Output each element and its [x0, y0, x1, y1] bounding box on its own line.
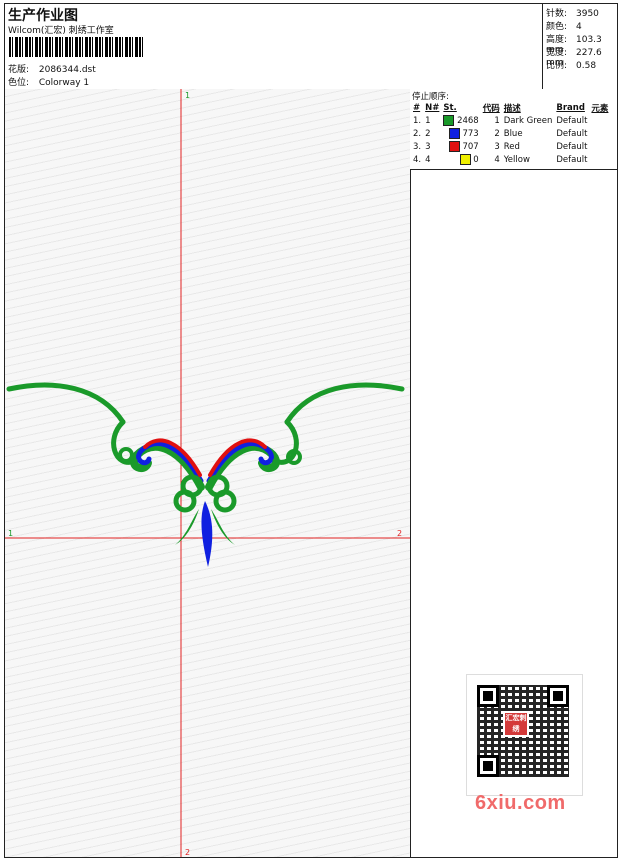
row-code: 3	[494, 141, 500, 152]
pattern-label: 花版:	[8, 65, 30, 75]
guide-label-top: 1	[185, 91, 190, 100]
col-description: 描述	[503, 103, 521, 114]
col-brand: Brand	[556, 102, 585, 113]
stat-label: 宽度:	[546, 48, 568, 58]
row-brand: Default	[556, 141, 588, 152]
row-index: 2.	[413, 128, 422, 139]
color-swatch	[443, 115, 455, 126]
col-element: 元素	[591, 103, 609, 114]
col-stitches: St.	[443, 102, 457, 113]
row-index: 3.	[413, 141, 422, 152]
stat-value: 4	[576, 22, 582, 32]
row-element	[589, 153, 610, 166]
barcode	[9, 37, 144, 57]
row-element	[589, 114, 610, 127]
table-row: 1. 1 2468 1 Dark Green Default	[411, 114, 610, 127]
blue-leaf	[201, 501, 213, 567]
stat-scale: 比例: 0.58	[546, 58, 596, 71]
row-code: 2	[494, 128, 500, 139]
row-stitches: 0	[441, 153, 480, 166]
table-row: 4. 4 0 4 Yellow Default	[411, 153, 610, 166]
row-description: Yellow	[503, 154, 530, 165]
seal-logo: 汇宏刺绣	[503, 711, 529, 737]
design-preview: 1 1 2 2	[5, 89, 411, 857]
stat-stitches: 针数: 3950	[546, 6, 599, 19]
color-swatch	[459, 154, 471, 165]
stat-label: 颜色:	[546, 22, 568, 32]
row-index: 1.	[413, 115, 422, 126]
sheet-header: 生产作业图 Wilcom(汇宏) 刺绣工作室 花版: 2086344.dst 色…	[5, 4, 617, 90]
right-leaf	[211, 509, 235, 545]
page-title: 生产作业图	[8, 8, 78, 24]
stop-sequence-table: # N# St. 代码 描述 Brand 元素 1. 1 2468 1 Dark…	[411, 101, 610, 166]
row-needle: 3	[425, 141, 431, 152]
qr-finder	[477, 755, 499, 777]
row-element	[589, 140, 610, 153]
colorway-line: 色位: Colorway 1	[8, 75, 89, 88]
row-code: 4	[494, 154, 500, 165]
col-code: 代码	[482, 103, 500, 114]
pattern-line: 花版: 2086344.dst	[8, 62, 96, 75]
row-description: Dark Green	[503, 115, 553, 126]
color-swatch	[448, 141, 460, 152]
embroidery-motif	[6, 382, 405, 513]
stat-label: 针数:	[546, 9, 568, 19]
stat-label: 高度:	[546, 35, 568, 45]
table-row: 2. 2 773 2 Blue Default	[411, 127, 610, 140]
stat-colors: 颜色: 4	[546, 19, 582, 32]
colorway-label: 色位:	[8, 78, 30, 88]
row-element	[589, 127, 610, 140]
stat-value: 3950	[576, 9, 599, 19]
row-stitches: 773	[441, 127, 480, 140]
stat-label: 比例:	[546, 61, 568, 71]
row-brand: Default	[556, 115, 588, 126]
row-needle: 2	[425, 128, 431, 139]
stitch-count: 0	[473, 155, 479, 165]
guide-label-left: 1	[8, 529, 13, 538]
row-stitches: 2468	[441, 114, 480, 127]
guide-label-right: 2	[397, 529, 402, 538]
stitch-count: 707	[462, 142, 479, 152]
qr-finder	[477, 685, 499, 707]
stat-value: 0.58	[576, 61, 597, 71]
row-brand: Default	[556, 128, 588, 139]
colorway-value: Colorway 1	[38, 78, 90, 88]
col-needle: N#	[425, 102, 440, 113]
embroidery-canvas: 1 1 2 2	[5, 89, 410, 857]
row-description: Blue	[503, 128, 523, 139]
left-leaf	[175, 509, 199, 545]
row-stitches: 707	[441, 140, 480, 153]
row-brand: Default	[556, 154, 588, 165]
col-index: #	[413, 102, 421, 113]
stitch-count: 773	[462, 129, 479, 139]
stitch-count: 2468	[457, 116, 479, 126]
row-description: Red	[503, 141, 520, 152]
row-needle: 1	[425, 115, 431, 126]
stop-sequence-panel: 停止顺序: # N# St. 代码 描述 Brand 元素 1. 1 2468 …	[410, 89, 617, 170]
pattern-file: 2086344.dst	[38, 65, 96, 75]
studio-name: Wilcom(汇宏) 刺绣工作室	[8, 26, 114, 36]
qr-watermark: 汇宏刺绣	[466, 674, 583, 796]
row-code: 1	[494, 115, 500, 126]
table-header: # N# St. 代码 描述 Brand 元素	[411, 101, 610, 114]
stats-panel: 针数: 3950 颜色: 4 高度: 103.3 mm 宽度: 227.6 mm 比例:…	[542, 4, 618, 89]
qr-finder	[547, 685, 569, 707]
color-swatch	[448, 128, 460, 139]
row-index: 4.	[413, 154, 422, 165]
guide-label-bottom: 2	[185, 848, 190, 857]
watermark-site: 6xiu.com	[475, 792, 566, 814]
table-row: 3. 3 707 3 Red Default	[411, 140, 610, 153]
row-needle: 4	[425, 154, 431, 165]
